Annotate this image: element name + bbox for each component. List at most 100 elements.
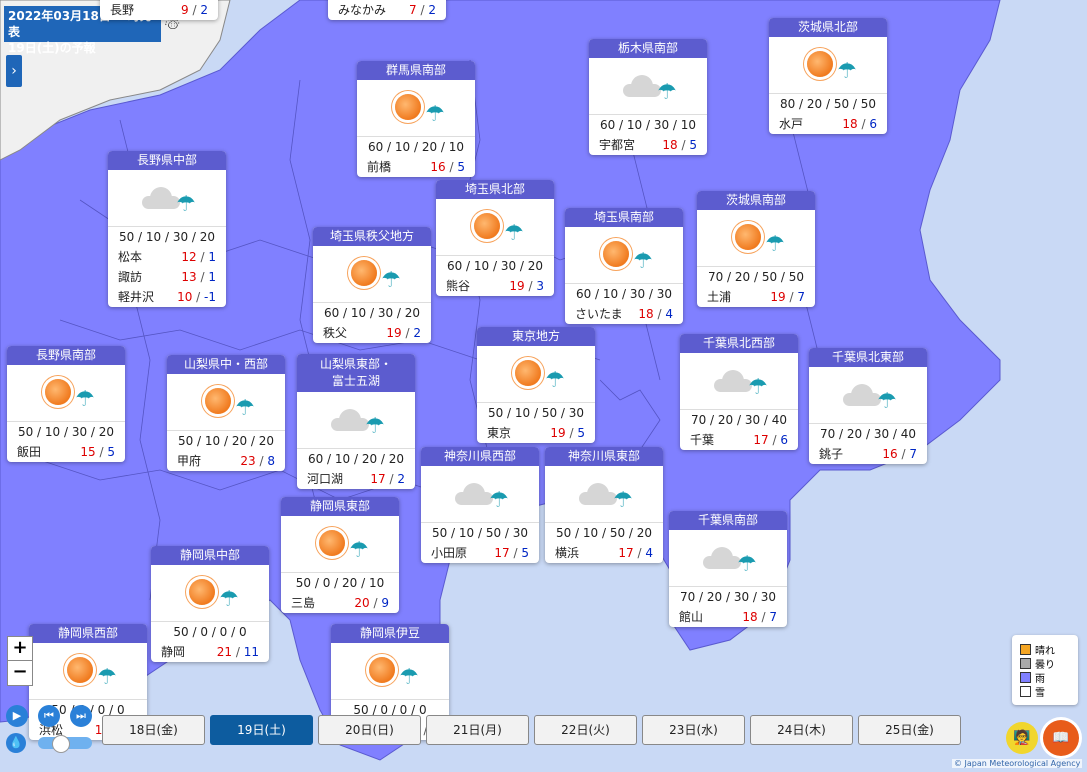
legend-swatch xyxy=(1020,643,1031,655)
card-title: 群馬県南部 xyxy=(357,61,475,80)
sun-icon xyxy=(45,379,71,405)
card-title: 長野県南部 xyxy=(7,346,125,365)
day-tab[interactable]: 24日(木) xyxy=(750,715,853,745)
day-tab[interactable]: 18日(金) xyxy=(102,715,205,745)
weather-icons: ☂ xyxy=(7,365,125,422)
sun-icon xyxy=(474,213,500,239)
water-drop-icon[interactable]: 💧 xyxy=(6,733,26,753)
max-temp: 17 xyxy=(494,546,510,560)
temperature: 18 / 4 xyxy=(638,307,673,321)
forecast-card-shizuoka-east[interactable]: 静岡県東部 ☂ 50 / 0 / 20 / 10 三島 20 / 9 xyxy=(281,497,399,613)
forecast-card-saitama-south[interactable]: 埼玉県南部 ☂ 60 / 10 / 30 / 30 さいたま 18 / 4 xyxy=(565,208,683,324)
min-temp: 4 xyxy=(645,546,653,560)
forecast-card-minamikanto[interactable]: 60 / 20 / 30 / 30みなかみ7 / 2 xyxy=(328,0,446,20)
skip-forward-icon[interactable]: ⏭ xyxy=(70,705,92,727)
forecast-card-kanagawa-east[interactable]: 神奈川県東部 ☂ 50 / 10 / 50 / 20 横浜 17 / 4 xyxy=(545,447,663,563)
day-tab[interactable]: 20日(日) xyxy=(318,715,421,745)
forecast-card-nagano-central[interactable]: 長野県中部 ☂ 50 / 10 / 30 / 20 松本 12 / 1 諏訪 13 / 1 軽… xyxy=(108,151,226,307)
umbrella-icon: ☂ xyxy=(489,488,509,513)
day-tab[interactable]: 25日(金) xyxy=(858,715,961,745)
cloud-icon xyxy=(843,384,881,406)
umbrella-icon: ☂ xyxy=(765,232,785,257)
sun-icon xyxy=(735,224,761,250)
sun-icon xyxy=(369,657,395,683)
temperature: 7 / 2 xyxy=(409,3,436,17)
forecast-card-chiba-south[interactable]: 千葉県南部 ☂ 70 / 20 / 30 / 30 館山 18 / 7 xyxy=(669,511,787,627)
min-temp: 2 xyxy=(200,3,208,17)
city-name: 東京 xyxy=(487,426,512,440)
forecast-card-tokyo[interactable]: 東京地方 ☂ 50 / 10 / 50 / 30 東京 19 / 5 xyxy=(477,327,595,443)
city-row: 水戸 18 / 6 xyxy=(769,114,887,134)
max-temp: 9 xyxy=(181,3,189,17)
forecast-card-gunma-south[interactable]: 群馬県南部 ☂ 60 / 10 / 20 / 10 前橋 16 / 5 xyxy=(357,61,475,177)
city-name: 小田原 xyxy=(431,546,468,560)
day-tab[interactable]: 23日(水) xyxy=(642,715,745,745)
cloud-icon xyxy=(455,483,493,505)
min-temp: 4 xyxy=(665,307,673,321)
forecast-card-nagano-north[interactable]: 50 / 30 / 50 / 60長野9 / 2 xyxy=(100,0,218,20)
umbrella-icon: ☂ xyxy=(837,59,857,84)
weather-icons: ☂ xyxy=(565,227,683,284)
city-name: 熊谷 xyxy=(446,279,471,293)
max-temp: 17 xyxy=(753,433,769,447)
umbrella-icon: ☂ xyxy=(399,665,419,690)
weather-icons: ☂ xyxy=(151,565,269,622)
forecast-card-yamanashi-cw[interactable]: 山梨県中・西部 ☂ 50 / 10 / 20 / 20 甲府 23 / 8 xyxy=(167,355,285,471)
umbrella-icon: ☂ xyxy=(219,587,239,612)
max-temp: 10 xyxy=(177,290,193,304)
card-title: 神奈川県東部 xyxy=(545,447,663,466)
weather-icons: ☂ xyxy=(331,643,449,700)
forecast-card-chiba-nw[interactable]: 千葉県北西部 ☂ 70 / 20 / 30 / 40 千葉 17 / 6 xyxy=(680,334,798,450)
forecast-card-yamanashi-east[interactable]: 山梨県東部・ 富士五湖 ☂ 60 / 10 / 20 / 20 河口湖 17 / 2 xyxy=(297,354,415,489)
zoom-out-button[interactable]: − xyxy=(7,660,33,686)
precip-probability: 70 / 20 / 30 / 40 xyxy=(819,427,917,441)
min-temp: 6 xyxy=(869,117,877,131)
city-name: 軽井沢 xyxy=(118,290,155,304)
forecast-card-saitama-chichibu[interactable]: 埼玉県秩父地方 ☂ 60 / 10 / 30 / 20 秩父 19 / 2 xyxy=(313,227,431,343)
city-row: 小田原 17 / 5 xyxy=(421,543,539,563)
city-row: 飯田 15 / 5 xyxy=(7,442,125,462)
max-temp: 19 xyxy=(386,326,402,340)
cloud-icon xyxy=(623,75,661,97)
animation-slider[interactable] xyxy=(38,735,92,753)
forecast-card-saitama-north[interactable]: 埼玉県北部 ☂ 60 / 10 / 30 / 20 熊谷 19 / 3 xyxy=(436,180,554,296)
min-temp: 2 xyxy=(397,472,405,486)
card-title: 千葉県北東部 xyxy=(809,348,927,367)
forecast-card-nagano-south[interactable]: 長野県南部 ☂ 50 / 10 / 30 / 20 飯田 15 / 5 xyxy=(7,346,125,462)
city-name: 館山 xyxy=(679,610,704,624)
weather-icons: ☂ xyxy=(680,353,798,410)
info-book-icon[interactable]: 📖 xyxy=(1043,720,1079,756)
legend-label: 雪 xyxy=(1035,687,1045,699)
temperature: 23 / 8 xyxy=(240,454,275,468)
skip-back-icon[interactable]: ⏮ xyxy=(38,705,60,727)
temperature: 19 / 5 xyxy=(550,426,585,440)
min-temp: 6 xyxy=(780,433,788,447)
help-icon[interactable]: 🧑‍🏫 xyxy=(1006,722,1038,754)
city-row: 静岡 21 / 11 xyxy=(151,642,269,662)
play-icon[interactable]: ▶ xyxy=(6,705,28,727)
forecast-card-kanagawa-west[interactable]: 神奈川県西部 ☂ 50 / 10 / 50 / 30 小田原 17 / 5 xyxy=(421,447,539,563)
forecast-card-ibaraki-north[interactable]: 茨城県北部 ☂ 80 / 20 / 50 / 50 水戸 18 / 6 xyxy=(769,18,887,134)
min-temp: 1 xyxy=(208,270,216,284)
max-temp: 7 xyxy=(409,3,417,17)
forecast-card-tochigi-south[interactable]: 栃木県南部 ☂ 60 / 10 / 30 / 10 宇都宮 18 / 5 xyxy=(589,39,707,155)
precip-probability: 50 / 10 / 50 / 30 xyxy=(487,406,585,420)
umbrella-icon: ☂ xyxy=(176,192,196,217)
expand-panel-button[interactable]: › xyxy=(6,55,22,87)
legend-label: 晴れ xyxy=(1035,645,1055,657)
slider-knob[interactable] xyxy=(52,735,70,753)
umbrella-icon: ☂ xyxy=(381,268,401,293)
city-name: みなかみ xyxy=(338,3,387,17)
umbrella-icon: ☂ xyxy=(365,414,385,439)
legend-label: 雨 xyxy=(1035,673,1045,685)
legend: 晴れ 曇り雨雪 xyxy=(1012,635,1078,705)
card-title: 埼玉県北部 xyxy=(436,180,554,199)
forecast-card-chiba-ne[interactable]: 千葉県北東部 ☂ 70 / 20 / 30 / 40 銚子 16 / 7 xyxy=(809,348,927,464)
day-tab[interactable]: 22日(火) xyxy=(534,715,637,745)
forecast-card-shizuoka-central[interactable]: 静岡県中部 ☂ 50 / 0 / 0 / 0 静岡 21 / 11 xyxy=(151,546,269,662)
forecast-card-ibaraki-south[interactable]: 茨城県南部 ☂ 70 / 20 / 50 / 50 土浦 19 / 7 xyxy=(697,191,815,307)
zoom-in-button[interactable]: + xyxy=(7,636,33,662)
day-tab[interactable]: 19日(土) xyxy=(210,715,313,745)
day-tab[interactable]: 21日(月) xyxy=(426,715,529,745)
card-title: 東京地方 xyxy=(477,327,595,346)
